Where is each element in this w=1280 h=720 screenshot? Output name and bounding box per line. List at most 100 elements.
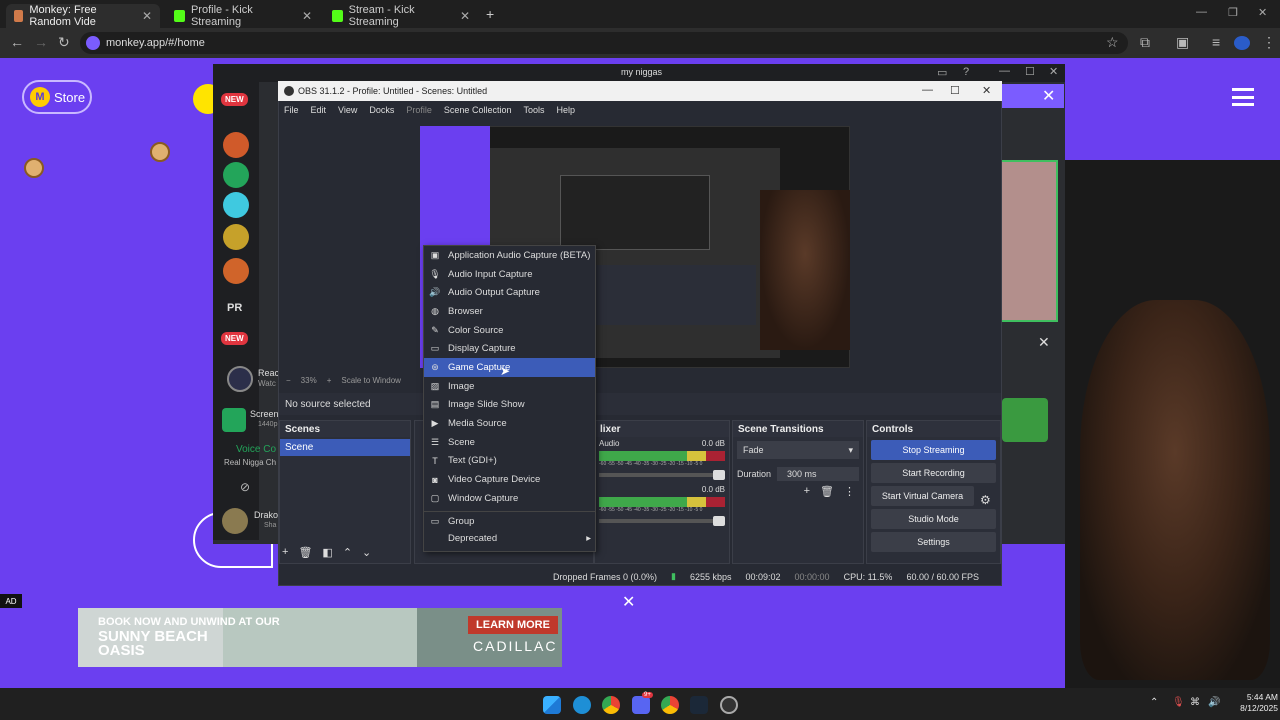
minimize-window-icon[interactable]: —: [1196, 6, 1207, 18]
settings-button[interactable]: Settings: [871, 532, 996, 552]
studio-mode-button[interactable]: Studio Mode: [871, 509, 996, 529]
menu-help[interactable]: Help: [556, 105, 575, 115]
split-view-icon[interactable]: ▣: [1176, 34, 1189, 51]
tab-monkey[interactable]: Monkey: Free Random Vide ✕: [6, 4, 160, 28]
add-source-menu-item[interactable]: ▨ Image: [424, 377, 595, 396]
edge-icon[interactable]: [573, 696, 591, 714]
discord-minimize-icon[interactable]: —: [999, 65, 1010, 77]
tray-chevron-icon[interactable]: ⌃: [1150, 697, 1158, 708]
move-up-icon[interactable]: ⌃: [343, 546, 352, 559]
close-ad-icon[interactable]: ✕: [622, 592, 635, 612]
close-tab-icon[interactable]: ✕: [460, 9, 470, 23]
learn-more-button[interactable]: LEARN MORE: [468, 616, 558, 634]
server-avatar[interactable]: [223, 132, 249, 158]
menu-tools[interactable]: Tools: [523, 105, 544, 115]
scale-mode[interactable]: Scale to Window: [341, 376, 401, 385]
windows-start-icon[interactable]: [543, 696, 561, 714]
move-down-icon[interactable]: ⌄: [362, 546, 371, 559]
volume-icon[interactable]: 🔊: [1208, 697, 1220, 708]
close-overlay-icon[interactable]: ✕: [1038, 334, 1050, 351]
transition-menu-icon[interactable]: ⋮: [844, 485, 855, 498]
remove-transition-icon[interactable]: 🗑: [820, 485, 834, 498]
back-icon[interactable]: ←: [10, 34, 24, 50]
activity-avatar[interactable]: [227, 366, 253, 392]
add-scene-icon[interactable]: +: [282, 546, 288, 559]
extensions-icon[interactable]: ⧉: [1140, 34, 1150, 51]
add-source-menu-item[interactable]: 🎙 Audio Input Capture: [424, 265, 595, 284]
inbox-icon[interactable]: ▭: [937, 66, 947, 79]
new-tab-button[interactable]: +: [486, 6, 494, 22]
ad-banner[interactable]: BOOK NOW AND UNWIND AT OUR SUNNY BEACH O…: [78, 608, 562, 667]
server-abbr[interactable]: PR: [227, 302, 242, 314]
server-avatar[interactable]: [223, 224, 249, 250]
obs-maximize-icon[interactable]: ☐: [950, 84, 960, 97]
obs-minimize-icon[interactable]: —: [922, 84, 933, 96]
hamburger-menu-icon[interactable]: [1232, 88, 1254, 106]
menu-view[interactable]: View: [338, 105, 357, 115]
close-tab-icon[interactable]: ✕: [302, 9, 312, 23]
start-virtual-camera-button[interactable]: Start Virtual Camera: [871, 486, 974, 506]
forward-icon[interactable]: →: [34, 34, 48, 50]
network-icon[interactable]: ⌘: [1190, 697, 1200, 708]
tab-kick-profile[interactable]: Profile - Kick Streaming ✕: [166, 4, 320, 28]
zoom-in-icon[interactable]: +: [327, 376, 332, 385]
obs-taskbar-icon[interactable]: [720, 696, 738, 714]
close-tab-icon[interactable]: ✕: [142, 9, 152, 23]
server-avatar[interactable]: [223, 258, 249, 284]
discord-maximize-icon[interactable]: ☐: [1025, 65, 1035, 78]
menu-scene-collection[interactable]: Scene Collection: [444, 105, 512, 115]
server-avatar[interactable]: [223, 192, 249, 218]
stop-streaming-button[interactable]: Stop Streaming: [871, 440, 996, 460]
volume-slider[interactable]: [599, 516, 725, 526]
transition-select[interactable]: Fade ▾: [737, 441, 859, 459]
steam-icon[interactable]: [690, 696, 708, 714]
add-source-menu-item[interactable]: ▶ Media Source: [424, 414, 595, 433]
profile-avatar[interactable]: [1234, 36, 1250, 50]
add-source-menu-item[interactable]: ▭ Display Capture: [424, 339, 595, 358]
zoom-out-icon[interactable]: −: [286, 376, 291, 385]
obs-close-icon[interactable]: ✕: [982, 84, 991, 97]
volume-slider[interactable]: [599, 470, 725, 480]
maximize-window-icon[interactable]: ❐: [1228, 6, 1238, 19]
scene-list-item[interactable]: Scene: [280, 439, 410, 456]
close-banner-icon[interactable]: ✕: [1042, 86, 1055, 106]
menu-profile[interactable]: Profile: [406, 105, 432, 115]
add-source-menu-item[interactable]: ☰ Scene: [424, 433, 595, 452]
add-source-menu-item[interactable]: ▢ Window Capture: [424, 489, 595, 508]
camera-off-icon[interactable]: ⊘: [240, 480, 250, 494]
add-server-icon[interactable]: [223, 162, 249, 188]
add-source-menu-item[interactable]: ▤ Image Slide Show: [424, 396, 595, 415]
reload-icon[interactable]: ↻: [58, 34, 70, 51]
bookmark-star-icon[interactable]: ☆: [1106, 34, 1119, 51]
chrome-profile-icon[interactable]: [661, 696, 679, 714]
media-icon[interactable]: ≡: [1212, 34, 1220, 50]
add-source-menu-item[interactable]: ✎ Color Source: [424, 321, 595, 340]
add-source-menu-item[interactable]: ▣ Application Audio Capture (BETA): [424, 246, 595, 265]
discord-icon[interactable]: [632, 696, 650, 714]
url-input[interactable]: monkey.app/#/home: [80, 32, 1128, 54]
add-source-menu-item[interactable]: ◙ Video Capture Device: [424, 470, 595, 489]
virtual-camera-settings-icon[interactable]: ⚙: [980, 493, 991, 507]
close-window-icon[interactable]: ✕: [1258, 6, 1267, 19]
add-source-menu-item[interactable]: ▭ Group: [424, 510, 595, 530]
browser-menu-icon[interactable]: ⋮: [1262, 34, 1276, 51]
help-icon[interactable]: ?: [963, 66, 969, 78]
discord-close-icon[interactable]: ✕: [1049, 65, 1058, 78]
store-button[interactable]: M Store: [22, 80, 92, 114]
scene-filters-icon[interactable]: ◧: [322, 546, 332, 559]
duration-input[interactable]: 300 ms: [777, 467, 859, 481]
tab-kick-stream[interactable]: Stream - Kick Streaming ✕: [324, 4, 478, 28]
add-source-menu-item[interactable]: T Text (GDI+): [424, 452, 595, 471]
user-avatar[interactable]: [222, 508, 248, 534]
menu-docks[interactable]: Docks: [369, 105, 394, 115]
site-info-icon[interactable]: [86, 36, 100, 50]
add-source-menu-item[interactable]: ◍ Browser: [424, 302, 595, 321]
add-transition-icon[interactable]: +: [804, 485, 810, 498]
remove-scene-icon[interactable]: 🗑: [298, 546, 312, 559]
menu-file[interactable]: File: [284, 105, 299, 115]
microphone-tray-icon[interactable]: 🎙: [1172, 697, 1185, 708]
menu-edit[interactable]: Edit: [311, 105, 327, 115]
add-source-menu-item[interactable]: 🔊 Audio Output Capture: [424, 283, 595, 302]
start-recording-button[interactable]: Start Recording: [871, 463, 996, 483]
chrome-icon[interactable]: [602, 696, 620, 714]
